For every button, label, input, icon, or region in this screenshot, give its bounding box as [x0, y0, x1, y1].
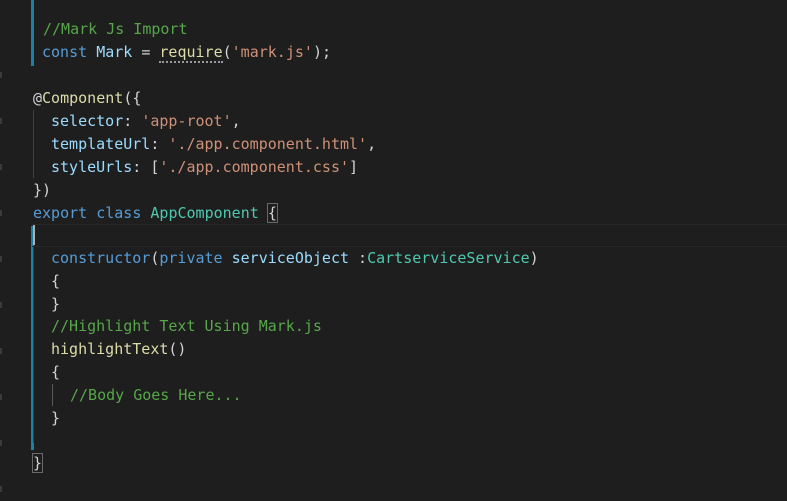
code-editor[interactable]: //Mark Js Import const Mark = require('m… [0, 0, 787, 501]
code-line[interactable]: //Highlight Text Using Mark.js [0, 315, 787, 338]
brace: { [51, 272, 61, 290]
code-line[interactable]: export class AppComponent { [0, 202, 787, 225]
string-literal: './app.component.html' [168, 135, 368, 153]
code-line[interactable]: highlightText() [0, 338, 787, 361]
punctuation: , [367, 135, 377, 153]
code-line[interactable]: } [0, 293, 787, 316]
code-line[interactable]: selector: 'app-root', [0, 110, 787, 133]
code-line[interactable]: //Body Goes Here... [0, 384, 787, 407]
code-line[interactable]: }) [0, 179, 787, 202]
code-line[interactable]: const Mark = require('mark.js'); [0, 41, 787, 64]
property-key: selector [51, 112, 124, 130]
punctuation: , [231, 112, 241, 130]
operator: = [132, 43, 160, 61]
keyword: constructor [51, 249, 151, 267]
punctuation: ); [312, 43, 331, 61]
gutter-marker [0, 440, 2, 446]
type-name: CartserviceService [367, 249, 530, 267]
matched-bracket: { [266, 203, 278, 223]
code-line[interactable]: constructor(private serviceObject :Carts… [0, 247, 787, 270]
code-line[interactable]: } [0, 407, 787, 430]
punctuation: }) [33, 181, 52, 199]
punctuation: ( [222, 43, 232, 61]
code-line[interactable]: @Component({ [0, 87, 787, 110]
punctuation: ] [349, 158, 359, 176]
punctuation: () [168, 340, 187, 358]
code-line[interactable]: //Mark Js Import [0, 18, 787, 41]
text-cursor [33, 225, 35, 245]
property-key: styleUrls [51, 158, 133, 176]
punctuation: : [150, 135, 169, 153]
comment: //Highlight Text Using Mark.js [51, 317, 322, 335]
current-line-highlight [32, 224, 787, 247]
brace: } [51, 409, 61, 427]
code-line[interactable]: styleUrls: ['./app.component.css'] [0, 156, 787, 179]
brace: } [51, 295, 61, 313]
function-call: require [159, 43, 223, 63]
brace: { [51, 363, 61, 381]
string-literal: 'mark.js' [231, 43, 313, 61]
property-key: templateUrl [51, 135, 151, 153]
punctuation: : [349, 249, 368, 267]
punctuation: : [123, 112, 142, 130]
punctuation: ({ [123, 89, 142, 107]
punctuation: ) [529, 249, 539, 267]
matched-bracket: } [31, 453, 44, 473]
code-line[interactable]: } [0, 452, 787, 475]
string-literal: 'app-root' [141, 112, 232, 130]
keyword: private [159, 249, 223, 267]
keyword: const [42, 43, 88, 61]
gutter-marker [0, 72, 2, 78]
parameter: serviceObject [231, 249, 350, 267]
code-line[interactable]: { [0, 270, 787, 293]
class-name: AppComponent [150, 204, 259, 222]
code-line[interactable]: templateUrl: './app.component.html', [0, 133, 787, 156]
keyword: class [96, 204, 142, 222]
decorator-at: @ [33, 89, 43, 107]
keyword: export [33, 204, 88, 222]
decorator-name: Component [42, 89, 124, 107]
punctuation: : [ [132, 158, 160, 176]
method-name: highlightText [51, 340, 169, 358]
identifier: Mark [96, 43, 133, 61]
comment: //Mark Js Import [43, 20, 188, 38]
string-literal: './app.component.css' [159, 158, 350, 176]
comment: //Body Goes Here... [70, 386, 242, 404]
code-line[interactable]: { [0, 361, 787, 384]
gutter-marker [0, 486, 2, 492]
